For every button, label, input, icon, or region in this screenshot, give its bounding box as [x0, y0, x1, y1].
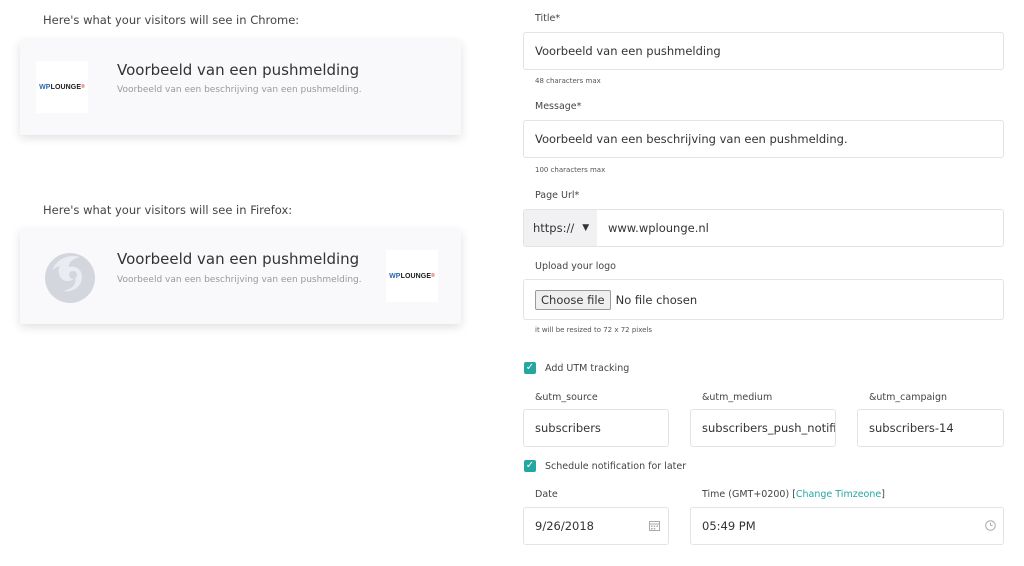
firefox-notification-logo: WPLOUNGE® — [386, 250, 438, 302]
utm-medium-label: &utm_medium — [702, 392, 773, 403]
time-label: Time (GMT+0200) [Change Timzeone] — [702, 489, 885, 500]
utm-campaign-label: &utm_campaign — [869, 392, 947, 403]
chrome-notification-logo: WPLOUNGE® — [36, 61, 88, 113]
chrome-preview-caption: Here's what your visitors will see in Ch… — [43, 13, 300, 27]
date-value: 9/26/2018 — [535, 519, 594, 533]
title-label: Title* — [535, 13, 561, 24]
check-icon: ✓ — [525, 460, 535, 471]
logo-hint: it will be resized to 72 x 72 pixels — [535, 326, 653, 334]
utm-medium-input[interactable]: subscribers_push_notifi — [690, 409, 836, 447]
logo-file-input[interactable]: Choose file No file chosen — [523, 279, 1004, 320]
check-icon: ✓ — [525, 362, 535, 373]
schedule-checkbox[interactable]: ✓ — [524, 460, 536, 472]
utm-source-input[interactable]: subscribers — [523, 409, 669, 447]
calendar-icon[interactable] — [649, 520, 660, 534]
title-input[interactable]: Voorbeeld van een pushmelding — [523, 32, 1004, 70]
no-file-text: No file chosen — [615, 292, 698, 307]
protocol-value: https:// — [533, 221, 575, 235]
page-url-label: Page Url* — [535, 190, 580, 201]
page-url-input[interactable]: www.wplounge.nl — [597, 221, 709, 235]
upload-logo-label: Upload your logo — [535, 261, 616, 272]
message-label: Message* — [535, 101, 582, 112]
title-hint: 48 characters max — [535, 77, 601, 85]
utm-campaign-input[interactable]: subscribers-14 — [857, 409, 1004, 447]
date-input[interactable]: 9/26/2018 — [523, 507, 669, 545]
time-input[interactable]: 05:49 PM — [690, 507, 1004, 545]
protocol-select[interactable]: https:// ▼ — [524, 210, 597, 246]
firefox-preview-caption: Here's what your visitors will see in Fi… — [43, 203, 293, 217]
clock-icon[interactable] — [985, 520, 996, 534]
chrome-notification-title: Voorbeeld van een pushmelding — [117, 61, 360, 79]
firefox-notification-preview: Voorbeeld van een pushmelding Voorbeeld … — [20, 229, 461, 324]
chevron-down-icon: ▼ — [582, 223, 590, 233]
change-timezone-link[interactable]: Change Timzeone — [796, 489, 881, 500]
firefox-notification-description: Voorbeeld van een beschrijving van een p… — [117, 275, 362, 285]
page-url-group: https:// ▼ www.wplounge.nl — [523, 209, 1004, 247]
time-value: 05:49 PM — [702, 519, 756, 533]
date-label: Date — [535, 489, 558, 500]
choose-file-button[interactable]: Choose file — [535, 289, 611, 310]
utm-checkbox[interactable]: ✓ — [524, 362, 536, 374]
firefox-notification-title: Voorbeeld van een pushmelding — [117, 250, 360, 268]
chrome-notification-description: Voorbeeld van een beschrijving van een p… — [117, 85, 362, 95]
firefox-icon — [42, 249, 98, 305]
chrome-notification-preview: WPLOUNGE® Voorbeeld van een pushmelding … — [20, 40, 461, 135]
utm-checkbox-label: Add UTM tracking — [545, 363, 630, 374]
message-hint: 100 characters max — [535, 166, 606, 174]
message-input[interactable]: Voorbeeld van een beschrijving van een p… — [523, 120, 1004, 158]
schedule-checkbox-label: Schedule notification for later — [545, 461, 687, 472]
utm-source-label: &utm_source — [535, 392, 598, 403]
